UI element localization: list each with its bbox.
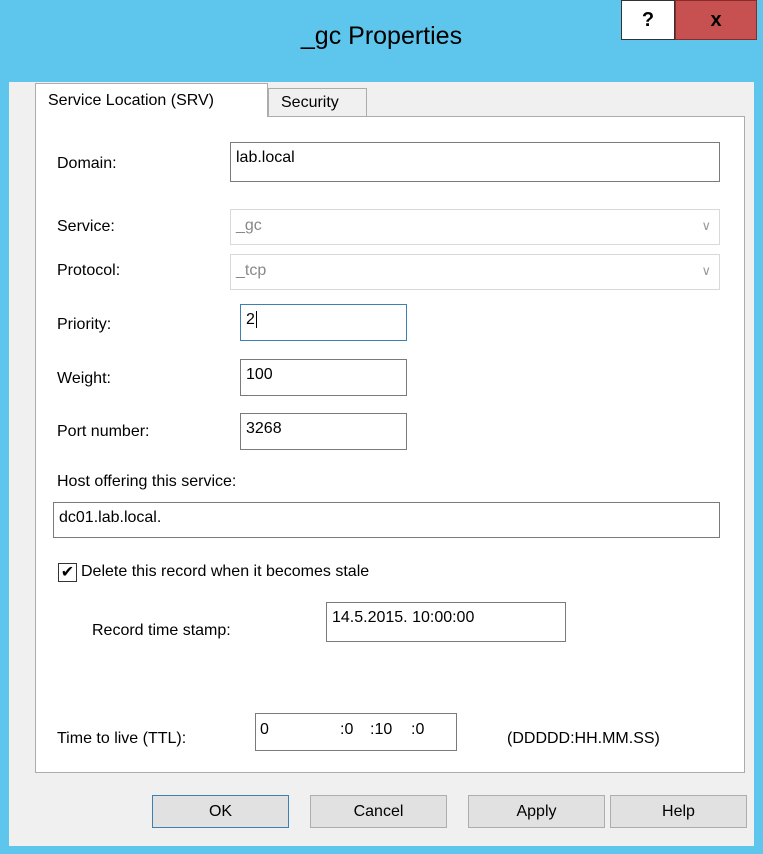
chevron-down-icon: ∨: [701, 263, 711, 278]
ttl-field[interactable]: 0 :0 :10 :0: [255, 713, 457, 751]
text-cursor: [255, 311, 257, 328]
cancel-button[interactable]: Cancel: [310, 795, 447, 828]
service-value: _gc: [236, 217, 262, 234]
priority-field[interactable]: 2: [240, 304, 407, 341]
close-icon[interactable]: x: [675, 0, 757, 40]
properties-dialog: _gc Properties ? x Service Location (SRV…: [0, 0, 763, 854]
ttl-format-hint: (DDDDD:HH.MM.SS): [507, 730, 660, 747]
protocol-label: Protocol:: [57, 262, 121, 279]
weight-field[interactable]: 100: [240, 359, 407, 396]
ttl-label: Time to live (TTL):: [57, 730, 187, 747]
delete-stale-label: Delete this record when it becomes stale: [81, 563, 370, 580]
weight-label: Weight:: [57, 370, 111, 387]
delete-stale-checkbox[interactable]: ✔: [58, 563, 77, 582]
tab-service-location[interactable]: Service Location (SRV): [35, 83, 268, 117]
host-label: Host offering this service:: [57, 473, 237, 490]
timestamp-label: Record time stamp:: [92, 622, 231, 639]
domain-label: Domain:: [57, 155, 117, 172]
tab-panel-srv: Domain: lab.local Service: _gc ∨ Protoco…: [35, 116, 745, 773]
help-icon[interactable]: ?: [621, 0, 675, 40]
ttl-days[interactable]: 0: [260, 721, 269, 739]
service-label: Service:: [57, 218, 115, 235]
priority-value: 2: [246, 311, 255, 328]
port-label: Port number:: [57, 423, 150, 440]
help-button[interactable]: Help: [610, 795, 747, 828]
host-field[interactable]: dc01.lab.local.: [53, 502, 720, 538]
port-field[interactable]: 3268: [240, 413, 407, 450]
dialog-client-area: Service Location (SRV) Security Domain: …: [9, 82, 754, 846]
ttl-seconds[interactable]: :0: [411, 721, 424, 739]
ttl-minutes[interactable]: :10: [370, 721, 392, 739]
protocol-select[interactable]: _tcp ∨: [230, 254, 720, 290]
title-bar[interactable]: _gc Properties ? x: [0, 0, 763, 82]
tab-security[interactable]: Security: [268, 88, 367, 117]
timestamp-field: 14.5.2015. 10:00:00: [326, 602, 566, 642]
domain-field[interactable]: lab.local: [230, 142, 720, 182]
service-select[interactable]: _gc ∨: [230, 209, 720, 245]
ok-button[interactable]: OK: [152, 795, 289, 828]
protocol-value: _tcp: [236, 262, 267, 279]
ttl-hours[interactable]: :0: [340, 721, 353, 739]
apply-button[interactable]: Apply: [468, 795, 605, 828]
chevron-down-icon: ∨: [701, 218, 711, 233]
priority-label: Priority:: [57, 316, 112, 333]
